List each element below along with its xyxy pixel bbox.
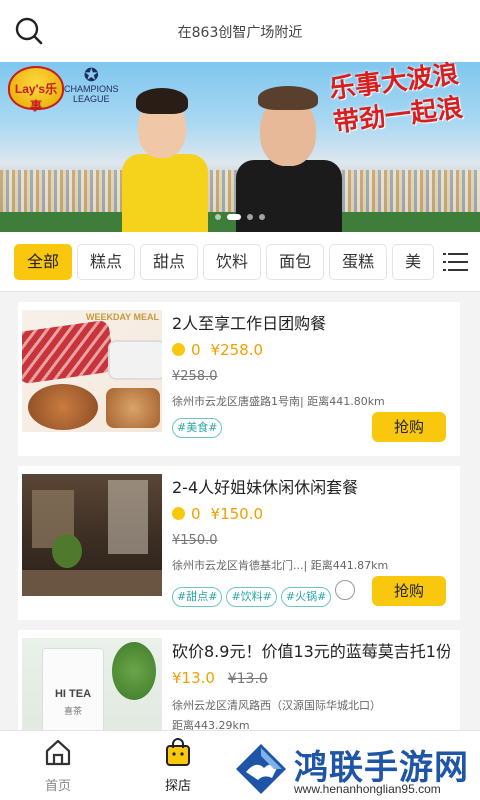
deal-price-row: 0 ¥150.0 [172, 505, 450, 525]
deal-price: ¥150.0 [210, 505, 264, 523]
deal-tag[interactable]: #美食# [172, 418, 223, 438]
deal-price: ¥13.0 [172, 669, 215, 687]
category-tab[interactable]: 面包 [266, 244, 325, 280]
carousel-dot[interactable] [215, 214, 221, 220]
deal-price-row: 0 ¥258.0 [172, 341, 450, 361]
list-menu-icon[interactable] [436, 240, 480, 284]
buy-button[interactable]: 抢购 [372, 412, 446, 442]
deal-tags: #甜点# #饮料# #火锅# [172, 580, 359, 607]
deal-address: 徐州市云龙区肯德基北门...| 距离441.87km [172, 559, 389, 572]
deal-info: 砍价8.9元！价值13元的蓝莓莫吉托1份 ¥13.0 ¥13.0 徐州云龙区清风… [172, 638, 450, 733]
deal-card[interactable]: WEEKDAY MEAL 2人至享工作日团购餐 0 ¥258.0 ¥258.0 徐… [18, 302, 460, 456]
promo-banner[interactable]: Lay's乐事 ✪ CHAMPIONS LEAGUE 乐事大波浪 带劲一起浪 [0, 62, 480, 232]
deal-info: 2-4人好姐妹休闲休闲套餐 0 ¥150.0 ¥150.0 徐州市云龙区肯德基北门… [172, 474, 450, 573]
home-icon [45, 739, 71, 766]
banner-slogan: 乐事大波浪 带劲一起浪 [327, 62, 465, 138]
tab-label: 探店 [164, 779, 191, 794]
category-tab[interactable]: 蛋糕 [329, 244, 388, 280]
deal-price-row: ¥13.0 ¥13.0 [172, 669, 450, 689]
category-tab[interactable]: 甜点 [140, 244, 199, 280]
league-logo: ✪ CHAMPIONS LEAGUE [64, 65, 119, 104]
deal-address: 徐州云龙区清风路西（汉源国际华城北口） [172, 699, 381, 712]
shopping-bag-icon [166, 738, 190, 766]
watermark-url: www.henanhonglian95.com [294, 782, 441, 796]
brand-logo: Lay's乐事 [8, 66, 64, 113]
deal-card[interactable]: HI TEA 喜茶 砍价8.9元！价值13元的蓝莓莫吉托1份 ¥13.0 ¥13… [18, 630, 460, 760]
category-tab[interactable]: 美 [392, 244, 435, 280]
carousel-dot[interactable] [259, 214, 265, 220]
deal-original-price: ¥13.0 [227, 671, 268, 687]
watermark-logo-icon [236, 744, 286, 794]
deal-card[interactable]: 2-4人好姐妹休闲休闲套餐 0 ¥150.0 ¥150.0 徐州市云龙区肯德基北门… [18, 466, 460, 620]
deal-image [22, 474, 162, 596]
deal-title: 砍价8.9元！价值13元的蓝莓莫吉托1份 [172, 642, 450, 660]
top-bar: 在863创智广场附近 [0, 0, 480, 62]
deal-title: 2人至享工作日团购餐 [172, 314, 327, 332]
deal-points: 0 [191, 505, 201, 523]
deal-points: 0 [191, 341, 201, 359]
category-tab[interactable]: 糕点 [77, 244, 136, 280]
coin-icon [172, 343, 185, 356]
deal-tag[interactable]: #饮料# [226, 587, 277, 607]
deal-original-price: ¥258.0 [172, 369, 218, 384]
deal-info: 2人至享工作日团购餐 0 ¥258.0 ¥258.0 徐州市云龙区唐盛路1号南| … [172, 310, 450, 409]
carousel-dot[interactable] [227, 214, 241, 220]
category-tab[interactable]: 饮料 [203, 244, 262, 280]
category-bar: 全部 糕点 甜点 饮料 面包 蛋糕美 [0, 232, 480, 292]
tab-home[interactable]: 首页 [18, 737, 98, 794]
deal-price: ¥258.0 [210, 341, 264, 359]
deal-address: 徐州市云龙区唐盛路1号南| 距离441.80km [172, 395, 385, 408]
coin-icon [172, 507, 185, 520]
buy-button[interactable]: 抢购 [372, 576, 446, 606]
carousel-dot[interactable] [247, 214, 253, 220]
deal-tags: #美食# [172, 416, 226, 438]
deal-original-price: ¥150.0 [172, 533, 218, 548]
carousel-dots [0, 205, 480, 224]
deal-tag[interactable]: #甜点# [172, 587, 223, 607]
deal-image: WEEKDAY MEAL [22, 310, 162, 432]
deal-title: 2-4人好姐妹休闲休闲套餐 [172, 478, 359, 496]
watermark: 鸿联手游网 www.henanhonglian95.com [234, 738, 480, 800]
more-tags-icon[interactable] [335, 580, 356, 600]
category-tabs: 全部 糕点 甜点 饮料 面包 蛋糕美 [14, 244, 439, 280]
deal-tag[interactable]: #火锅# [280, 587, 332, 607]
location-text[interactable]: 在863创智广场附近 [0, 22, 480, 42]
tab-label: 首页 [44, 779, 71, 794]
tab-explore[interactable]: 探店 [138, 737, 218, 794]
category-tab[interactable]: 全部 [14, 244, 73, 280]
